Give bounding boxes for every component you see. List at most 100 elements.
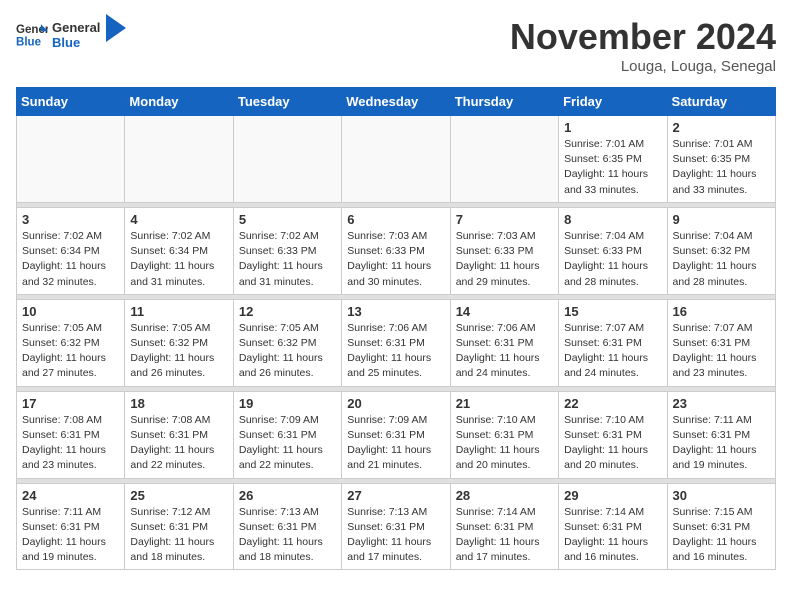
logo-icon: General Blue: [16, 17, 48, 49]
day-info: Sunrise: 7:09 AM Sunset: 6:31 PM Dayligh…: [347, 413, 444, 474]
calendar-cell: [342, 116, 450, 203]
calendar-table: SundayMondayTuesdayWednesdayThursdayFrid…: [16, 87, 776, 570]
day-number: 4: [130, 212, 227, 227]
day-number: 22: [564, 396, 661, 411]
day-info: Sunrise: 7:04 AM Sunset: 6:33 PM Dayligh…: [564, 229, 661, 290]
day-number: 8: [564, 212, 661, 227]
day-number: 18: [130, 396, 227, 411]
calendar-cell: 7 Sunrise: 7:03 AM Sunset: 6:33 PM Daylig…: [450, 207, 558, 294]
calendar-cell: 25 Sunrise: 7:12 AM Sunset: 6:31 PM Dayli…: [125, 483, 233, 570]
weekday-header-tuesday: Tuesday: [233, 88, 341, 116]
day-info: Sunrise: 7:06 AM Sunset: 6:31 PM Dayligh…: [347, 321, 444, 382]
calendar-cell: 26 Sunrise: 7:13 AM Sunset: 6:31 PM Dayli…: [233, 483, 341, 570]
day-info: Sunrise: 7:11 AM Sunset: 6:31 PM Dayligh…: [673, 413, 770, 474]
day-number: 19: [239, 396, 336, 411]
day-number: 20: [347, 396, 444, 411]
day-number: 13: [347, 304, 444, 319]
calendar-cell: 1Sunrise: 7:01 AM Sunset: 6:35 PM Daylig…: [559, 116, 667, 203]
day-info: Sunrise: 7:07 AM Sunset: 6:31 PM Dayligh…: [673, 321, 770, 382]
day-info: Sunrise: 7:08 AM Sunset: 6:31 PM Dayligh…: [22, 413, 119, 474]
calendar-cell: 3 Sunrise: 7:02 AM Sunset: 6:34 PM Daylig…: [17, 207, 125, 294]
calendar-cell: 14 Sunrise: 7:06 AM Sunset: 6:31 PM Dayli…: [450, 299, 558, 386]
day-info: Sunrise: 7:04 AM Sunset: 6:32 PM Dayligh…: [673, 229, 770, 290]
calendar-cell: 30 Sunrise: 7:15 AM Sunset: 6:31 PM Dayli…: [667, 483, 775, 570]
calendar-cell: 10Sunrise: 7:05 AM Sunset: 6:32 PM Dayli…: [17, 299, 125, 386]
calendar-cell: [17, 116, 125, 203]
day-number: 21: [456, 396, 553, 411]
day-info: Sunrise: 7:10 AM Sunset: 6:31 PM Dayligh…: [564, 413, 661, 474]
logo: General Blue General Blue: [16, 16, 126, 50]
day-number: 27: [347, 488, 444, 503]
day-number: 30: [673, 488, 770, 503]
day-number: 10: [22, 304, 119, 319]
calendar-cell: 23Sunrise: 7:11 AM Sunset: 6:31 PM Dayli…: [667, 391, 775, 478]
day-info: Sunrise: 7:13 AM Sunset: 6:31 PM Dayligh…: [239, 505, 336, 566]
day-info: Sunrise: 7:12 AM Sunset: 6:31 PM Dayligh…: [130, 505, 227, 566]
svg-text:Blue: Blue: [16, 36, 42, 48]
calendar-cell: 27 Sunrise: 7:13 AM Sunset: 6:31 PM Dayli…: [342, 483, 450, 570]
location-label: Louga, Louga, Senegal: [510, 58, 776, 75]
logo-arrow-icon: [106, 14, 126, 42]
day-number: 17: [22, 396, 119, 411]
day-info: Sunrise: 7:11 AM Sunset: 6:31 PM Dayligh…: [22, 505, 119, 566]
day-info: Sunrise: 7:02 AM Sunset: 6:34 PM Dayligh…: [22, 229, 119, 290]
calendar-week-row: 24 Sunrise: 7:11 AM Sunset: 6:31 PM Dayli…: [17, 483, 776, 570]
calendar-week-row: 17 Sunrise: 7:08 AM Sunset: 6:31 PM Dayli…: [17, 391, 776, 478]
logo-general: General: [52, 20, 100, 35]
calendar-cell: 20 Sunrise: 7:09 AM Sunset: 6:31 PM Dayli…: [342, 391, 450, 478]
day-info: Sunrise: 7:01 AM Sunset: 6:35 PM Dayligh…: [673, 137, 770, 198]
day-number: 26: [239, 488, 336, 503]
page-header: General Blue General Blue November 2024 …: [16, 16, 776, 75]
weekday-header-thursday: Thursday: [450, 88, 558, 116]
day-info: Sunrise: 7:14 AM Sunset: 6:31 PM Dayligh…: [564, 505, 661, 566]
day-info: Sunrise: 7:03 AM Sunset: 6:33 PM Dayligh…: [456, 229, 553, 290]
day-info: Sunrise: 7:10 AM Sunset: 6:31 PM Dayligh…: [456, 413, 553, 474]
calendar-week-row: 3 Sunrise: 7:02 AM Sunset: 6:34 PM Daylig…: [17, 207, 776, 294]
day-number: 3: [22, 212, 119, 227]
calendar-cell: 15Sunrise: 7:07 AM Sunset: 6:31 PM Dayli…: [559, 299, 667, 386]
day-info: Sunrise: 7:05 AM Sunset: 6:32 PM Dayligh…: [239, 321, 336, 382]
day-info: Sunrise: 7:09 AM Sunset: 6:31 PM Dayligh…: [239, 413, 336, 474]
calendar-cell: 11 Sunrise: 7:05 AM Sunset: 6:32 PM Dayli…: [125, 299, 233, 386]
calendar-cell: 5Sunrise: 7:02 AM Sunset: 6:33 PM Daylig…: [233, 207, 341, 294]
calendar-header-row: SundayMondayTuesdayWednesdayThursdayFrid…: [17, 88, 776, 116]
day-info: Sunrise: 7:15 AM Sunset: 6:31 PM Dayligh…: [673, 505, 770, 566]
title-section: November 2024 Louga, Louga, Senegal: [510, 16, 776, 75]
calendar-cell: 4 Sunrise: 7:02 AM Sunset: 6:34 PM Daylig…: [125, 207, 233, 294]
day-number: 14: [456, 304, 553, 319]
weekday-header-saturday: Saturday: [667, 88, 775, 116]
day-number: 11: [130, 304, 227, 319]
day-number: 29: [564, 488, 661, 503]
calendar-cell: 12Sunrise: 7:05 AM Sunset: 6:32 PM Dayli…: [233, 299, 341, 386]
day-number: 25: [130, 488, 227, 503]
day-number: 24: [22, 488, 119, 503]
weekday-header-friday: Friday: [559, 88, 667, 116]
calendar-cell: 13 Sunrise: 7:06 AM Sunset: 6:31 PM Dayli…: [342, 299, 450, 386]
day-info: Sunrise: 7:08 AM Sunset: 6:31 PM Dayligh…: [130, 413, 227, 474]
day-info: Sunrise: 7:03 AM Sunset: 6:33 PM Dayligh…: [347, 229, 444, 290]
calendar-cell: 28Sunrise: 7:14 AM Sunset: 6:31 PM Dayli…: [450, 483, 558, 570]
calendar-cell: 18 Sunrise: 7:08 AM Sunset: 6:31 PM Dayli…: [125, 391, 233, 478]
day-number: 7: [456, 212, 553, 227]
calendar-cell: 22 Sunrise: 7:10 AM Sunset: 6:31 PM Dayli…: [559, 391, 667, 478]
day-info: Sunrise: 7:05 AM Sunset: 6:32 PM Dayligh…: [130, 321, 227, 382]
calendar-cell: 2 Sunrise: 7:01 AM Sunset: 6:35 PM Daylig…: [667, 116, 775, 203]
calendar-cell: 9 Sunrise: 7:04 AM Sunset: 6:32 PM Daylig…: [667, 207, 775, 294]
month-title: November 2024: [510, 16, 776, 58]
day-number: 9: [673, 212, 770, 227]
calendar-cell: [450, 116, 558, 203]
day-number: 28: [456, 488, 553, 503]
day-number: 15: [564, 304, 661, 319]
weekday-header-wednesday: Wednesday: [342, 88, 450, 116]
day-number: 2: [673, 120, 770, 135]
day-number: 5: [239, 212, 336, 227]
day-info: Sunrise: 7:02 AM Sunset: 6:34 PM Dayligh…: [130, 229, 227, 290]
calendar-cell: 17 Sunrise: 7:08 AM Sunset: 6:31 PM Dayli…: [17, 391, 125, 478]
day-info: Sunrise: 7:06 AM Sunset: 6:31 PM Dayligh…: [456, 321, 553, 382]
logo-blue: Blue: [52, 35, 100, 50]
day-info: Sunrise: 7:13 AM Sunset: 6:31 PM Dayligh…: [347, 505, 444, 566]
calendar-week-row: 1 Sunrise: 7:01 AM Sunset: 6:35 PM Daylig…: [17, 116, 776, 203]
day-number: 1: [564, 120, 661, 135]
calendar-cell: 19 Sunrise: 7:09 AM Sunset: 6:31 PM Dayli…: [233, 391, 341, 478]
day-number: 6: [347, 212, 444, 227]
